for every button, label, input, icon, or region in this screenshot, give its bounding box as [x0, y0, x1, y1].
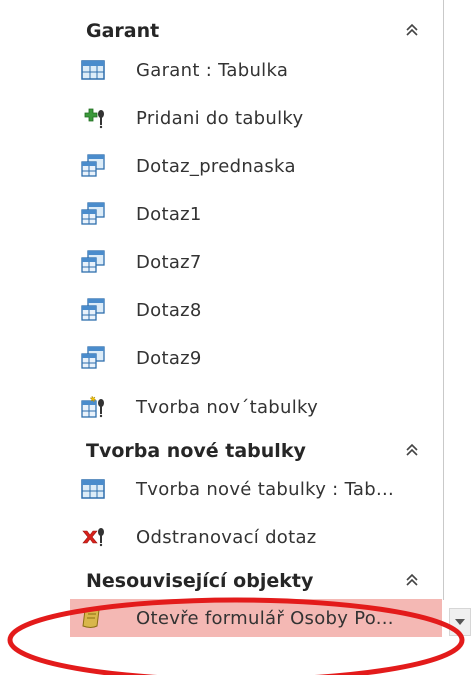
- pane-divider: [443, 0, 444, 600]
- nav-item-dotaz9[interactable]: Dotaz9: [70, 336, 442, 380]
- group-header-tvorba-nove-tabulky[interactable]: Tvorba nové tabulky: [86, 431, 431, 471]
- select-query-icon: [79, 200, 107, 228]
- scroll-down-arrow-icon[interactable]: [449, 608, 471, 636]
- nav-item-label: Tvorba nové tabulky : Tab...: [136, 478, 395, 500]
- nav-item-dotaz1[interactable]: Dotaz1: [70, 192, 442, 236]
- nav-item-label: Odstranovací dotaz: [136, 526, 317, 548]
- nav-item-label: Dotaz7: [136, 251, 202, 273]
- group-title: Tvorba nové tabulky: [86, 440, 306, 462]
- select-query-icon: [79, 344, 107, 372]
- select-query-icon: [79, 296, 107, 324]
- group-header-garant[interactable]: Garant: [86, 11, 431, 51]
- nav-item-tvorba-nov-tabulky[interactable]: Tvorba nov´tabulky: [70, 385, 442, 429]
- table-icon: [79, 475, 107, 503]
- nav-item-label: Dotaz9: [136, 347, 202, 369]
- nav-item-label: Tvorba nov´tabulky: [136, 396, 319, 418]
- nav-item-odstranovaci-dotaz[interactable]: Odstranovací dotaz: [70, 515, 442, 559]
- make-table-query-icon: [79, 393, 107, 421]
- double-chevron-up-icon[interactable]: [402, 20, 422, 40]
- double-chevron-up-icon[interactable]: [402, 440, 422, 460]
- group-title: Nesouvisející objekty: [86, 570, 314, 592]
- nav-item-otevre-formular[interactable]: Otevře formulář Osoby Po...: [70, 599, 442, 637]
- nav-item-label: Garant : Tabulka: [136, 59, 289, 81]
- nav-item-tvorba-nove-tabulky-tab[interactable]: Tvorba nové tabulky : Tab...: [70, 467, 442, 511]
- navigation-pane: Garant Garant : Tabulka Pridani do tabul…: [0, 0, 472, 675]
- nav-item-dotaz7[interactable]: Dotaz7: [70, 240, 442, 284]
- double-chevron-up-icon[interactable]: [402, 570, 422, 590]
- macro-icon: [79, 604, 107, 632]
- group-title: Garant: [86, 20, 160, 42]
- nav-item-label: Dotaz8: [136, 299, 202, 321]
- nav-item-dotaz-prednaska[interactable]: Dotaz_prednaska: [70, 144, 442, 188]
- table-icon: [79, 56, 107, 84]
- nav-item-label: Dotaz1: [136, 203, 202, 225]
- nav-item-garant-tabulka[interactable]: Garant : Tabulka: [70, 48, 442, 92]
- nav-item-label: Pridani do tabulky: [136, 107, 304, 129]
- delete-query-icon: [79, 523, 107, 551]
- select-query-icon: [79, 152, 107, 180]
- append-query-icon: [79, 104, 107, 132]
- nav-item-label: Otevře formulář Osoby Po...: [136, 607, 394, 629]
- nav-item-label: Dotaz_prednaska: [136, 155, 296, 177]
- select-query-icon: [79, 248, 107, 276]
- group-header-nesouvisejici-objekty[interactable]: Nesouvisející objekty: [86, 561, 431, 601]
- nav-item-pridani-do-tabulky[interactable]: Pridani do tabulky: [70, 96, 442, 140]
- nav-item-dotaz8[interactable]: Dotaz8: [70, 288, 442, 332]
